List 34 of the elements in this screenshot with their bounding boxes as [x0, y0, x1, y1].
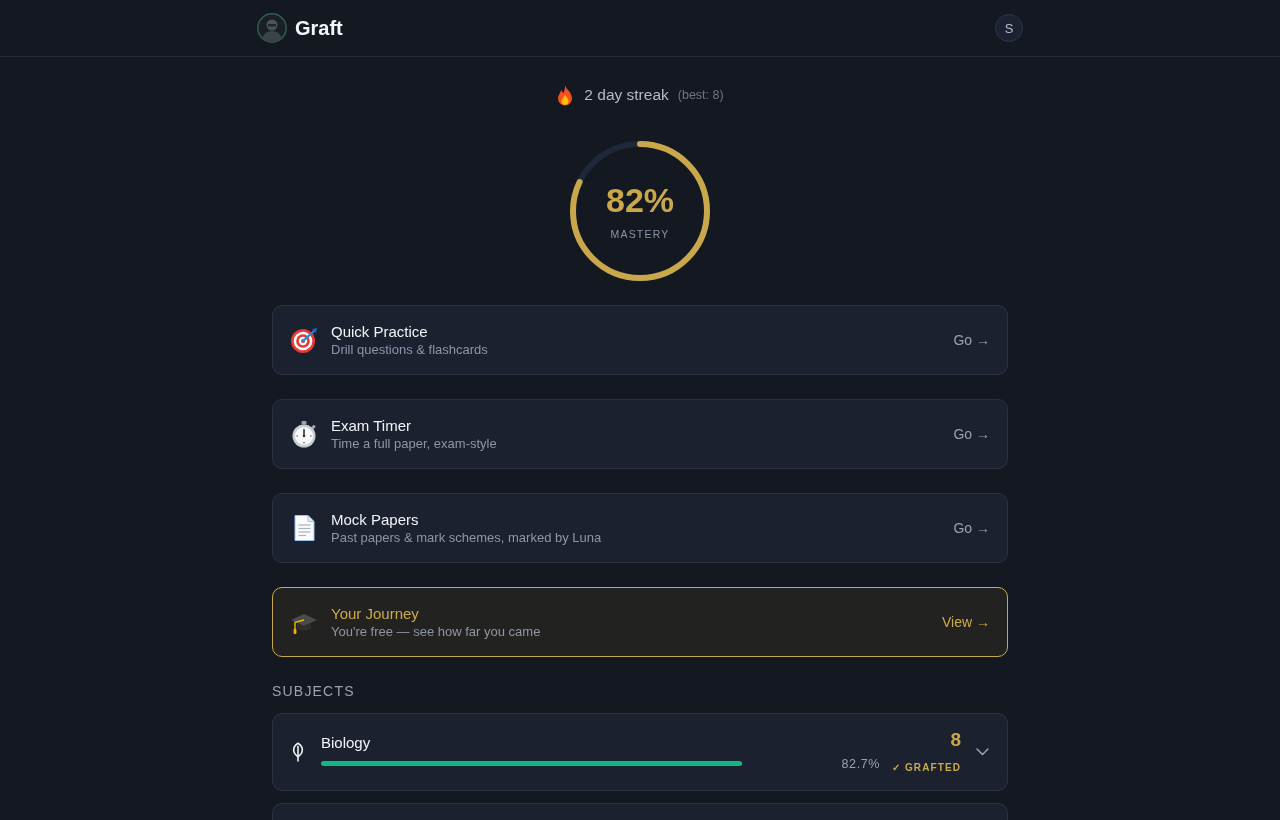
best-streak-text: (best: 8)	[677, 88, 724, 102]
action-card[interactable]: Mock Papers Past papers & mark schemes, marked by Luna Go →	[272, 493, 1008, 563]
action-card[interactable]: Quick Practice Drill questions & flashcards Go →	[272, 305, 1008, 375]
avatar-button[interactable]: S	[995, 14, 1023, 42]
flame-icon	[556, 84, 575, 106]
grade-number: 8	[950, 729, 961, 751]
action-card[interactable]: Exam Timer Time a full paper, exam-style Go →	[272, 399, 1008, 469]
card-title: Mock Papers	[331, 510, 419, 529]
subject-name: Biology	[321, 732, 371, 753]
target-icon	[290, 326, 318, 354]
logo-icon	[257, 13, 287, 43]
streak-text: 2 day streak	[584, 86, 669, 104]
card-subtitle: Drill questions & flashcards	[331, 341, 488, 358]
go-link[interactable]: View →	[942, 614, 990, 630]
go-link[interactable]: Go →	[953, 332, 990, 348]
brand-name: Graft	[295, 16, 343, 40]
card-subtitle: You're free — see how far you came	[331, 623, 541, 640]
go-link[interactable]: Go →	[953, 520, 990, 536]
section-heading: SUBJECTS	[272, 682, 355, 700]
card-subtitle: Time a full paper, exam-style	[331, 435, 497, 452]
card-title: Quick Practice	[331, 322, 428, 341]
subject-card[interactable]: Biology 82.7% 8 ✓ GRAFTED	[272, 713, 1008, 791]
go-link[interactable]: Go →	[953, 426, 990, 442]
progress-percent: 82.7%	[841, 756, 880, 771]
card-subtitle: Past papers & mark schemes, marked by Luna	[331, 529, 602, 546]
chevron-icon[interactable]	[976, 748, 989, 756]
stopwatch-icon	[290, 420, 318, 448]
mastery-percent: 82%	[605, 180, 675, 220]
action-card[interactable]: Your Journey You're free — see how far you came View →	[272, 587, 1008, 657]
status-label: ✓ GRAFTED	[892, 761, 961, 775]
leaf-icon	[290, 742, 306, 762]
card-title: Your Journey	[331, 604, 419, 623]
mastery-label: MASTERY	[610, 228, 670, 240]
card-title: Exam Timer	[331, 416, 411, 435]
